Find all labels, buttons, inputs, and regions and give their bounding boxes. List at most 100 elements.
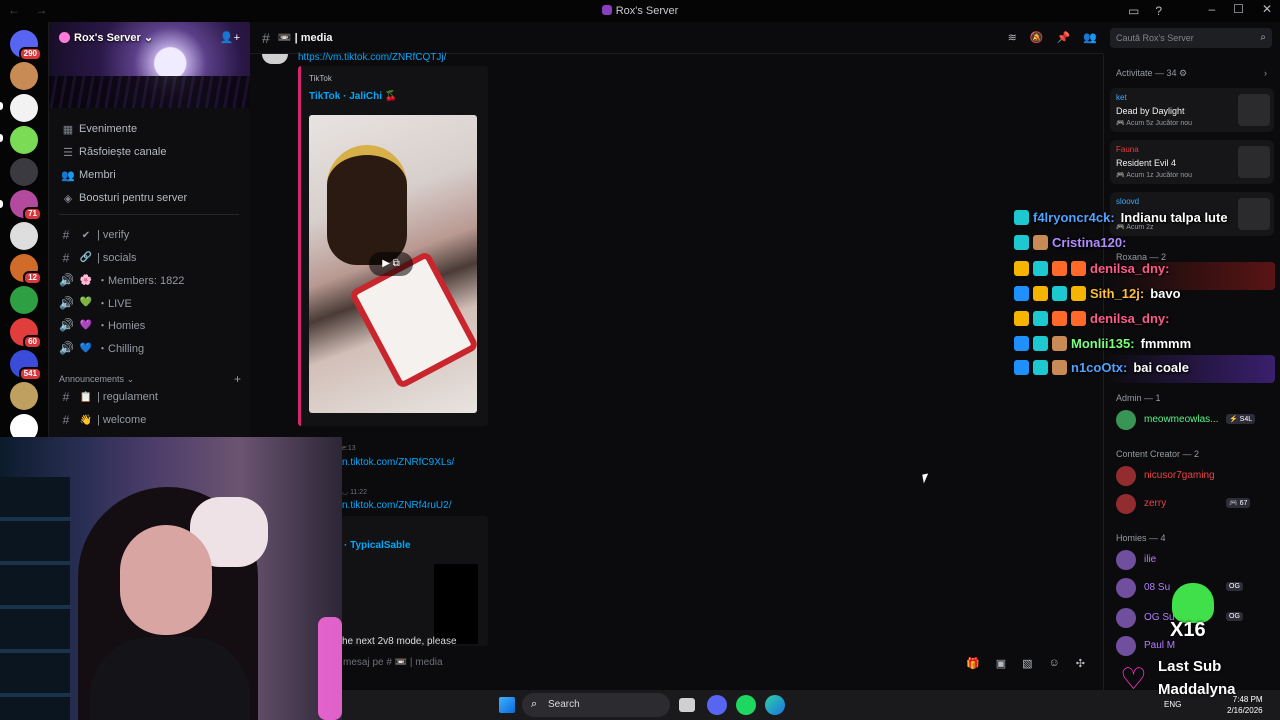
server-name-button[interactable]: Rox's Server ⌄: [59, 31, 153, 44]
category-header[interactable]: Announcements ⌄ +: [59, 371, 241, 387]
channel-emoji: 📋: [79, 391, 93, 403]
channel-item[interactable]: # 🔗 | socials: [59, 247, 241, 269]
message-composer[interactable]: mesaj pe # 📼 | media 🎁 ▣ ▧ ☺ ✣: [250, 650, 1103, 678]
channel-item[interactable]: 🔊 🌸 ・Members: 1822: [59, 269, 241, 291]
gift-icon[interactable]: 🎁: [966, 657, 980, 670]
gif-icon[interactable]: ▣: [996, 657, 1006, 670]
video-thumbnail[interactable]: ▶ ⧉: [309, 115, 477, 413]
member-item[interactable]: nicusor7gaming: [1114, 464, 1274, 488]
minimize-button[interactable]: –: [1208, 2, 1215, 16]
threads-icon[interactable]: ≋: [1008, 31, 1017, 44]
server-icon[interactable]: 12: [10, 254, 42, 285]
stream-chat-message: f4lryoncr4ck: Indianu talpa lute: [1014, 210, 1228, 225]
window-title: Rox's Server: [0, 5, 1280, 17]
spotify-icon[interactable]: [736, 695, 756, 715]
channel-emoji: 💚: [79, 297, 93, 309]
language-indicator[interactable]: ENG: [1164, 700, 1181, 709]
chat-badge-icon: [1014, 336, 1029, 351]
avatar: [1116, 466, 1136, 486]
activity-card[interactable]: ket Dead by Daylight 🎮 Acum 5z Jucător nou: [1110, 88, 1274, 132]
activity-card[interactable]: Fauna Resident Evil 4 🎮 Acum 1z Jucător no…: [1110, 140, 1274, 184]
members-icon: 👥: [61, 169, 75, 182]
chat-badge-icon: [1014, 261, 1029, 276]
notifications-icon[interactable]: 🔕: [1030, 31, 1044, 44]
emoji-icon[interactable]: ☺: [1049, 657, 1060, 670]
channel-item[interactable]: 🔊 💚 ・LIVE: [59, 292, 241, 314]
maximize-button[interactable]: ☐: [1233, 2, 1244, 16]
search-input[interactable]: Caută Rox's Server ⌕: [1110, 28, 1272, 48]
server-icon[interactable]: [10, 62, 38, 90]
member-section-header: Content Creator — 2: [1116, 449, 1200, 459]
channel-item[interactable]: 🔊 💙 ・Chilling: [59, 337, 241, 359]
file-explorer-icon[interactable]: [679, 698, 695, 712]
windows-start-icon[interactable]: [499, 697, 515, 713]
pin-icon[interactable]: 📌: [1057, 31, 1071, 44]
channel-item[interactable]: # 📋 | regulament: [59, 386, 241, 408]
server-icon[interactable]: [10, 126, 38, 154]
server-icon[interactable]: [10, 158, 38, 186]
gear-icon[interactable]: ⚙: [1179, 68, 1187, 78]
sub-counter: X16: [1168, 583, 1218, 649]
message-link[interactable]: https://vm.tiktok.com/ZNRfCQTJj/: [298, 52, 446, 63]
channel-title-text: | media: [294, 32, 333, 44]
embed-author[interactable]: TikTok · JaliChi 🍒: [309, 91, 397, 102]
member-item[interactable]: meowmeowlas... ⚡ S4L: [1114, 408, 1274, 432]
activity-header: Activitate — 34 ⚙ ›: [1116, 68, 1267, 79]
activity-time: Acum 5z: [1126, 120, 1154, 127]
help-icon[interactable]: ?: [1155, 4, 1162, 18]
channel-type-icon: #: [62, 228, 70, 242]
embed-provider: TikTok: [309, 74, 332, 83]
sidebar-nav-item[interactable]: ◈ Boosturi pentru server: [59, 187, 241, 209]
close-button[interactable]: ✕: [1262, 2, 1272, 16]
server-icon[interactable]: 71: [10, 190, 42, 221]
embed-author[interactable]: · TypicalSable: [344, 540, 411, 551]
message-link[interactable]: n.tiktok.com/ZNRf4ruU2/: [342, 500, 451, 511]
sidebar-nav-item[interactable]: ▦ Evenimente: [59, 118, 241, 140]
embed-thumbnail[interactable]: [434, 564, 478, 644]
channel-label: ・LIVE: [97, 297, 132, 310]
channel-type-icon: 🔊: [59, 318, 74, 333]
message-time-text: 11:22: [350, 489, 368, 496]
sidebar-nav-item[interactable]: ☰ Răsfoiește canale: [59, 141, 241, 163]
channel-emoji: 👋: [79, 414, 93, 426]
activity-status: Jucător nou: [1155, 172, 1193, 179]
calendar-icon: ▦: [62, 123, 74, 136]
game-controller-icon: 🎮: [1116, 172, 1125, 179]
discord-icon[interactable]: [707, 695, 727, 715]
avatar[interactable]: [262, 54, 288, 64]
add-channel-icon[interactable]: +: [234, 372, 241, 386]
unread-badge: 12: [23, 271, 42, 285]
member-item[interactable]: ilie: [1114, 548, 1274, 572]
play-icon[interactable]: ▶ ⧉: [369, 252, 413, 276]
server-icon[interactable]: 290: [10, 30, 42, 61]
channel-item[interactable]: # ✔ | verify: [59, 224, 241, 246]
message-time: ◡ 11:22: [342, 489, 368, 496]
search-icon: ⌕: [1260, 32, 1266, 43]
taskbar-search[interactable]: ⌕ Search: [522, 693, 670, 717]
window-title-text: Rox's Server: [615, 5, 679, 17]
apps-icon[interactable]: ✣: [1076, 657, 1085, 670]
server-icon[interactable]: [10, 382, 38, 410]
server-icon[interactable]: [10, 94, 38, 122]
channel-item[interactable]: 🔊 💜 ・Homies: [59, 314, 241, 336]
server-icon[interactable]: [10, 286, 38, 314]
channel-item[interactable]: # 👋 | welcome: [59, 409, 241, 431]
game-art: [1238, 94, 1270, 126]
inbox-icon[interactable]: ▭: [1128, 4, 1139, 18]
chevron-right-icon[interactable]: ›: [1264, 68, 1267, 78]
member-item[interactable]: zerry 🎮 67: [1114, 492, 1274, 516]
sidebar-nav-item[interactable]: 👥 Membri: [59, 164, 241, 186]
sticker-icon[interactable]: ▧: [1022, 657, 1032, 670]
server-icon[interactable]: 541: [10, 350, 42, 381]
channel-emoji: 🌸: [79, 274, 93, 286]
message-link[interactable]: n.tiktok.com/ZNRfC9XLs/: [342, 457, 454, 468]
activity-user: Fauna: [1116, 145, 1139, 154]
edge-icon[interactable]: [765, 695, 785, 715]
server-icon[interactable]: 60: [10, 318, 42, 349]
member-list-icon[interactable]: 👥: [1083, 31, 1097, 44]
activity-user: ket: [1116, 93, 1127, 102]
invite-icon[interactable]: 👤+: [220, 31, 240, 44]
search-placeholder: Caută Rox's Server: [1116, 33, 1194, 43]
chat-badge-icon: [1014, 235, 1029, 250]
server-icon[interactable]: [10, 222, 38, 250]
